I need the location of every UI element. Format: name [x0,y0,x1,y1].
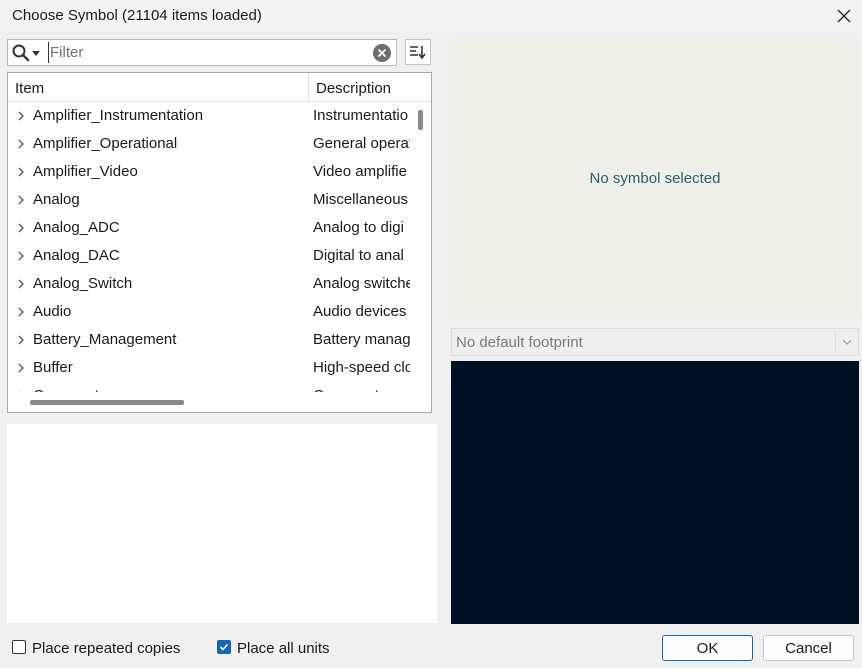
chevron-right-icon[interactable] [17,279,25,289]
row-item-name: Analog_Switch [33,275,133,292]
tree-row[interactable]: Analog_ADC Analog to digi [8,214,410,242]
column-header-description[interactable]: Description [316,80,391,97]
footprint-dropdown[interactable]: No default footprint [451,328,859,356]
row-description: General operat [313,135,410,152]
chevron-right-icon[interactable] [17,251,25,261]
chevron-right-icon[interactable] [17,195,25,205]
filter-box [7,39,397,66]
symbol-info-pane [7,424,437,623]
sort-button[interactable] [405,39,431,65]
chevron-right-icon[interactable] [17,223,25,233]
row-item-name: Analog_DAC [33,247,120,264]
repeated-copies-label[interactable]: Place repeated copies [32,640,180,657]
window-title: Choose Symbol (21104 items loaded) [12,7,262,24]
row-item-name: Amplifier_Operational [33,135,178,152]
row-item-name: Analog [33,191,80,208]
row-description: Audio devices [313,303,407,320]
ok-button[interactable]: OK [662,635,753,661]
column-header-item[interactable]: Item [15,80,44,97]
check-icon [219,643,229,651]
row-item-name: Analog_ADC [33,219,120,236]
tree-rows: Amplifier_Instrumentation Instrumentatio A… [8,102,410,392]
all-units-label[interactable]: Place all units [237,640,330,657]
row-item-name: Battery_Management [33,331,177,348]
tree-row[interactable]: Analog Miscellaneous [8,186,410,214]
tree-row[interactable]: Amplifier_Instrumentation Instrumentatio [8,102,410,130]
tree-row[interactable]: Audio Audio devices [8,298,410,326]
no-symbol-message: No symbol selected [589,170,721,187]
chevron-down-icon [842,339,852,345]
close-icon [837,9,851,23]
checkbox-box [12,640,26,654]
footprint-selected-value: No default footprint [456,334,583,351]
vertical-scrollbar-thumb[interactable] [418,110,423,130]
chevron-right-icon[interactable] [17,363,25,373]
filter-input[interactable] [48,42,372,63]
tree-row[interactable]: Battery_Management Battery manag [8,326,410,354]
tree-row[interactable]: Analog_DAC Digital to anal [8,242,410,270]
footprint-preview [451,361,859,624]
row-description: Analog switche [313,275,410,292]
tree-header: Item Description [8,73,431,102]
row-item-name: Buffer [33,359,73,376]
row-item-name: Audio [33,303,72,320]
row-description: Miscellaneous [313,191,409,208]
row-description: Digital to anal [313,247,404,264]
search-icon [12,44,30,61]
clear-icon [373,44,391,62]
row-description: Battery manag [313,331,410,348]
sort-icon [410,46,426,60]
caret-down-icon [32,50,40,56]
tree-row[interactable]: ComparatorComparator [8,382,410,392]
chevron-right-icon[interactable] [17,335,25,345]
tree-row[interactable]: Analog_Switch Analog switche [8,270,410,298]
chevron-right-icon[interactable] [17,139,25,149]
tree-row[interactable]: Amplifier_Operational General operat [8,130,410,158]
tree-row[interactable]: Amplifier_Video Video amplifie [8,158,410,186]
cancel-button[interactable]: Cancel [763,635,854,661]
all-units-checkbox[interactable] [217,640,231,654]
checkbox-box [217,640,231,654]
dropdown-divider [835,332,836,352]
clear-filter-button[interactable] [372,43,392,63]
close-button[interactable] [826,0,862,32]
horizontal-scrollbar-thumb[interactable] [30,400,184,405]
symbol-tree[interactable]: Item Description Amplifier_Instrumentati… [7,72,432,413]
chevron-right-icon[interactable] [17,111,25,121]
column-divider[interactable] [308,73,309,102]
search-options-dropdown[interactable] [11,42,43,63]
tree-row[interactable]: Buffer High-speed clo [8,354,410,382]
row-description: Video amplifie [313,163,407,180]
row-description: Instrumentatio [313,107,409,124]
title-bar: Choose Symbol (21104 items loaded) [0,0,862,32]
repeated-copies-checkbox[interactable] [12,640,26,654]
row-description: Analog to digi [313,219,404,236]
row-description: High-speed clo [313,359,410,376]
chevron-right-icon[interactable] [17,167,25,177]
chevron-right-icon[interactable] [17,307,25,317]
row-item-name: Amplifier_Video [33,163,138,180]
row-item-name: Amplifier_Instrumentation [33,107,204,124]
